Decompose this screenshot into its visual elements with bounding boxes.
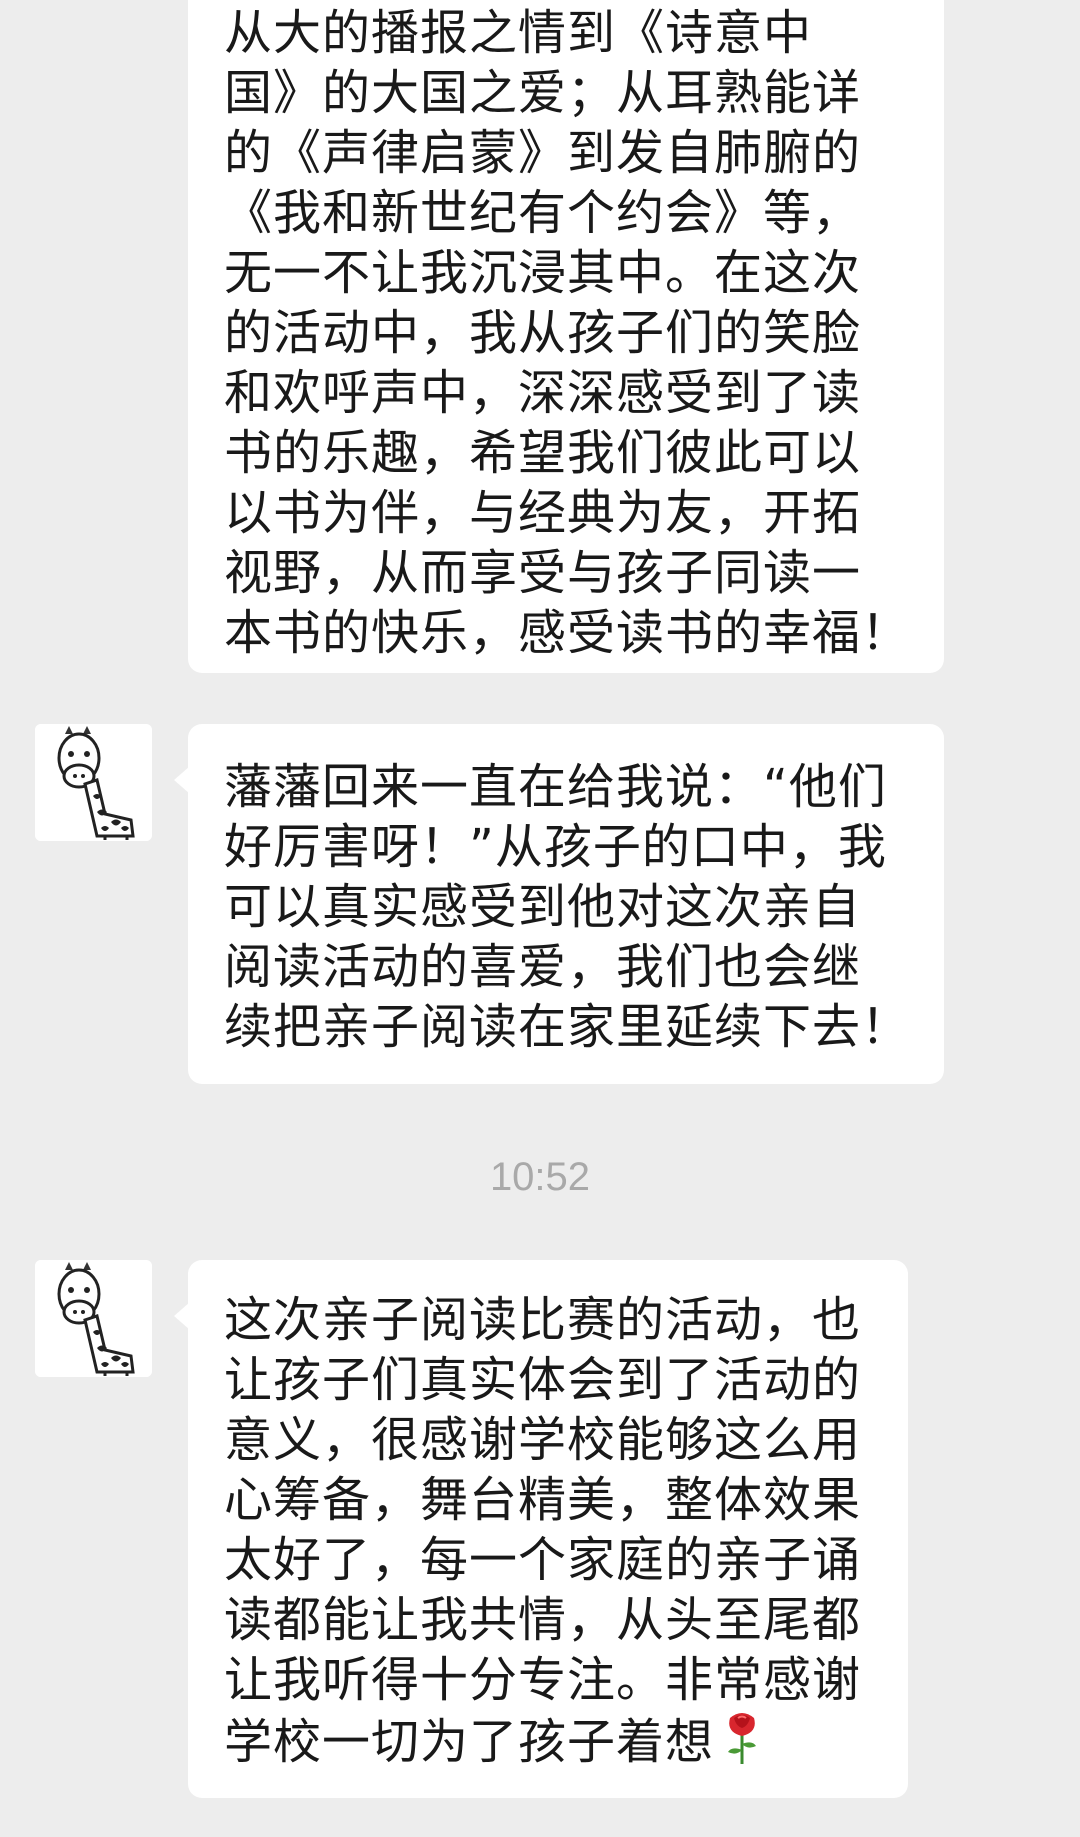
message-line: 以书为伴，与经典为友，开拓 (224, 485, 862, 541)
message-line: 书的乐趣，希望我们彼此可以 (224, 425, 862, 481)
rose-icon (728, 1713, 757, 1764)
bubble-tail (174, 1302, 190, 1330)
message-line: 和欢呼声中，深深感受到了读 (224, 365, 862, 421)
message-line: 让孩子们真实体会到了活动的 (224, 1352, 862, 1408)
message-line-last: 学校一切为了孩子着想 (224, 1710, 764, 1770)
message-line-text: 学校一切为了孩子着想 (224, 1714, 715, 1770)
message-line: 这次亲子阅读比赛的活动，也 (224, 1292, 862, 1348)
message-line: 太好了，每一个家庭的亲子诵 (224, 1532, 862, 1588)
giraffe-icon (35, 724, 152, 841)
message-line: 可以真实感受到他对这次亲自 (224, 879, 862, 935)
sender-avatar[interactable] (35, 1260, 152, 1377)
message-bubble-1[interactable]: 从大的播报之情到《诗意中 国》的大国之爱；从耳熟能详 的《声律启蒙》到发自肺腑的… (188, 0, 944, 673)
sender-avatar[interactable] (35, 724, 152, 841)
message-line: 心筹备，舞台精美，整体效果 (224, 1472, 862, 1528)
message-line: 的《声律启蒙》到发自肺腑的 (224, 125, 862, 181)
message-line: 续把亲子阅读在家里延续下去！ (224, 999, 911, 1055)
message-line: 视野，从而享受与孩子同读一 (224, 545, 862, 601)
message-line: 意义，很感谢学校能够这么用 (224, 1412, 862, 1468)
message-line: 藩藩回来一直在给我说：“他们 (224, 759, 887, 815)
message-bubble-2[interactable]: 藩藩回来一直在给我说：“他们 好厉害呀！”从孩子的口中，我 可以真实感受到他对这… (174, 724, 944, 1084)
message-line: 读都能让我共情，从头至尾都 (224, 1592, 862, 1648)
message-line: 从大的播报之情到《诗意中 (224, 5, 813, 61)
message-line: 本书的快乐，感受读书的幸福！ (224, 605, 911, 661)
message-line: 好厉害呀！”从孩子的口中，我 (224, 819, 887, 875)
message-line: 让我听得十分专注。非常感谢 (224, 1652, 862, 1708)
message-line: 国》的大国之爱；从耳熟能详 (224, 65, 862, 121)
message-timestamp: 10:52 (489, 1155, 591, 1199)
message-line: 无一不让我沉浸其中。在这次 (224, 245, 862, 301)
message-line: 阅读活动的喜爱，我们也会继 (224, 939, 862, 995)
bubble-tail (174, 766, 190, 794)
message-bubble-3[interactable]: 这次亲子阅读比赛的活动，也 让孩子们真实体会到了活动的 意义，很感谢学校能够这么… (174, 1260, 908, 1798)
giraffe-icon (35, 1260, 152, 1377)
message-line: 的活动中，我从孩子们的笑脸 (224, 305, 862, 361)
message-line: 《我和新世纪有个约会》等， (224, 185, 862, 241)
